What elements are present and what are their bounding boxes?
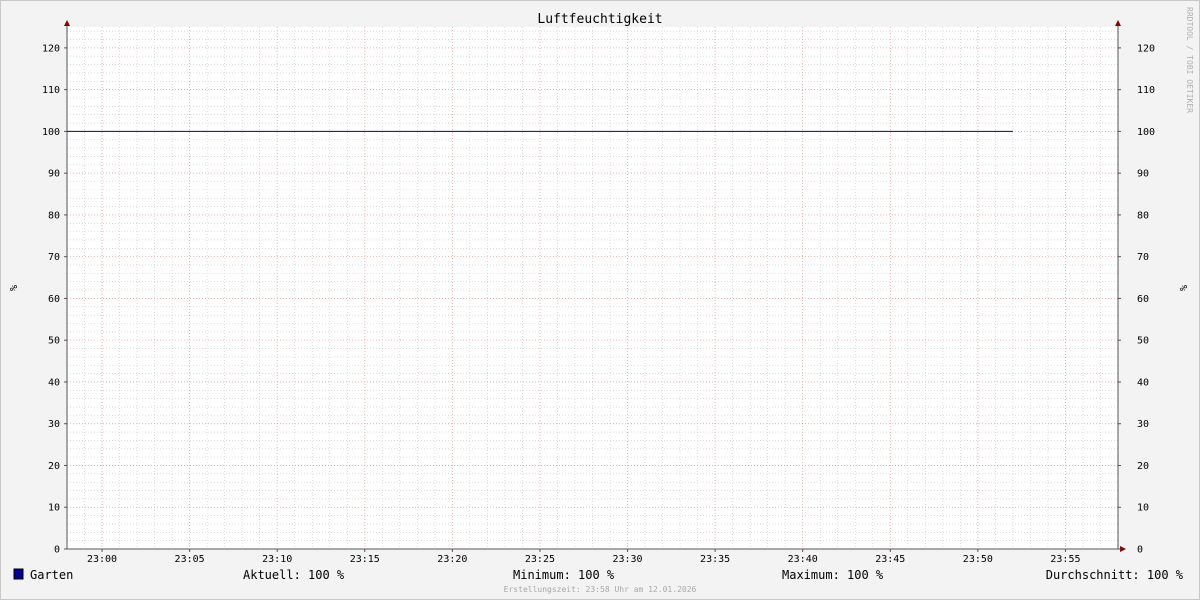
x-tick-label: 23:45 <box>875 554 905 565</box>
y-axis-right-arrow <box>1115 20 1121 26</box>
y-axis-label-left: % <box>7 285 18 291</box>
y-axis-label-right: % <box>1177 285 1188 291</box>
legend-swatch <box>13 568 24 580</box>
y-tick-label: 20 <box>48 461 60 472</box>
legend-minimum: Minimum: 100 % <box>513 568 615 582</box>
y-tick-label: 40 <box>1137 377 1149 388</box>
y-tick-label: 70 <box>48 252 60 263</box>
y-tick-label: 60 <box>1137 294 1149 305</box>
footer-timestamp: Erstellungszeit: 23:58 Uhr am 12.01.2026 <box>504 585 697 594</box>
y-axis-right-ticks: 0 10 20 30 40 50 60 70 80 90 100 110 120 <box>1118 43 1155 556</box>
y-tick-label: 110 <box>42 85 60 96</box>
x-tick-label: 23:15 <box>350 554 380 565</box>
x-tick-label: 23:55 <box>1050 554 1080 565</box>
y-tick-label: 120 <box>42 43 60 54</box>
y-tick-label: 120 <box>1137 43 1155 54</box>
y-tick-label: 0 <box>1137 545 1143 556</box>
x-tick-label: 23:05 <box>175 554 205 565</box>
chart-svg: 0 10 20 30 40 50 60 70 80 90 100 110 120 0 10 20 30 40 50… <box>7 7 1194 594</box>
y-tick-label: 80 <box>48 210 60 221</box>
y-tick-label: 30 <box>1137 419 1149 430</box>
y-tick-label: 90 <box>48 169 60 180</box>
watermark: RRDTOOL / TOBI OETIKER <box>1185 7 1194 113</box>
y-tick-label: 50 <box>48 336 60 347</box>
y-tick-label: 10 <box>48 503 60 514</box>
legend-maximum: Maximum: 100 % <box>782 568 884 582</box>
y-tick-label: 100 <box>1137 127 1155 138</box>
legend-series-label: Garten <box>30 568 73 582</box>
chart-title: Luftfeuchtigkeit <box>537 12 662 27</box>
y-tick-label: 10 <box>1137 503 1149 514</box>
x-tick-label: 23:20 <box>437 554 467 565</box>
y-tick-label: 80 <box>1137 210 1149 221</box>
x-tick-label: 23:40 <box>788 554 818 565</box>
y-tick-label: 60 <box>48 294 60 305</box>
y-tick-label: 110 <box>1137 85 1155 96</box>
y-tick-label: 20 <box>1137 461 1149 472</box>
y-tick-label: 40 <box>48 377 60 388</box>
x-tick-label: 23:10 <box>262 554 292 565</box>
y-tick-label: 50 <box>1137 336 1149 347</box>
x-tick-label: 23:00 <box>87 554 117 565</box>
y-tick-label: 0 <box>54 545 60 556</box>
y-tick-label: 30 <box>48 419 60 430</box>
x-tick-label: 23:30 <box>612 554 642 565</box>
y-tick-label: 70 <box>1137 252 1149 263</box>
x-tick-label: 23:50 <box>963 554 993 565</box>
x-axis-ticks: 23:00 23:05 23:10 23:15 23:20 23:25 23:30 23:35… <box>87 549 1081 565</box>
legend-average: Durchschnitt: 100 % <box>1046 568 1184 582</box>
legend-current: Aktuell: 100 % <box>243 568 345 582</box>
y-axis-left-arrow <box>64 20 70 26</box>
x-tick-label: 23:35 <box>700 554 730 565</box>
y-tick-label: 100 <box>42 127 60 138</box>
x-tick-label: 23:25 <box>525 554 555 565</box>
y-tick-label: 90 <box>1137 169 1149 180</box>
y-axis-left-ticks: 0 10 20 30 40 50 60 70 80 90 100 110 120 <box>42 43 67 556</box>
